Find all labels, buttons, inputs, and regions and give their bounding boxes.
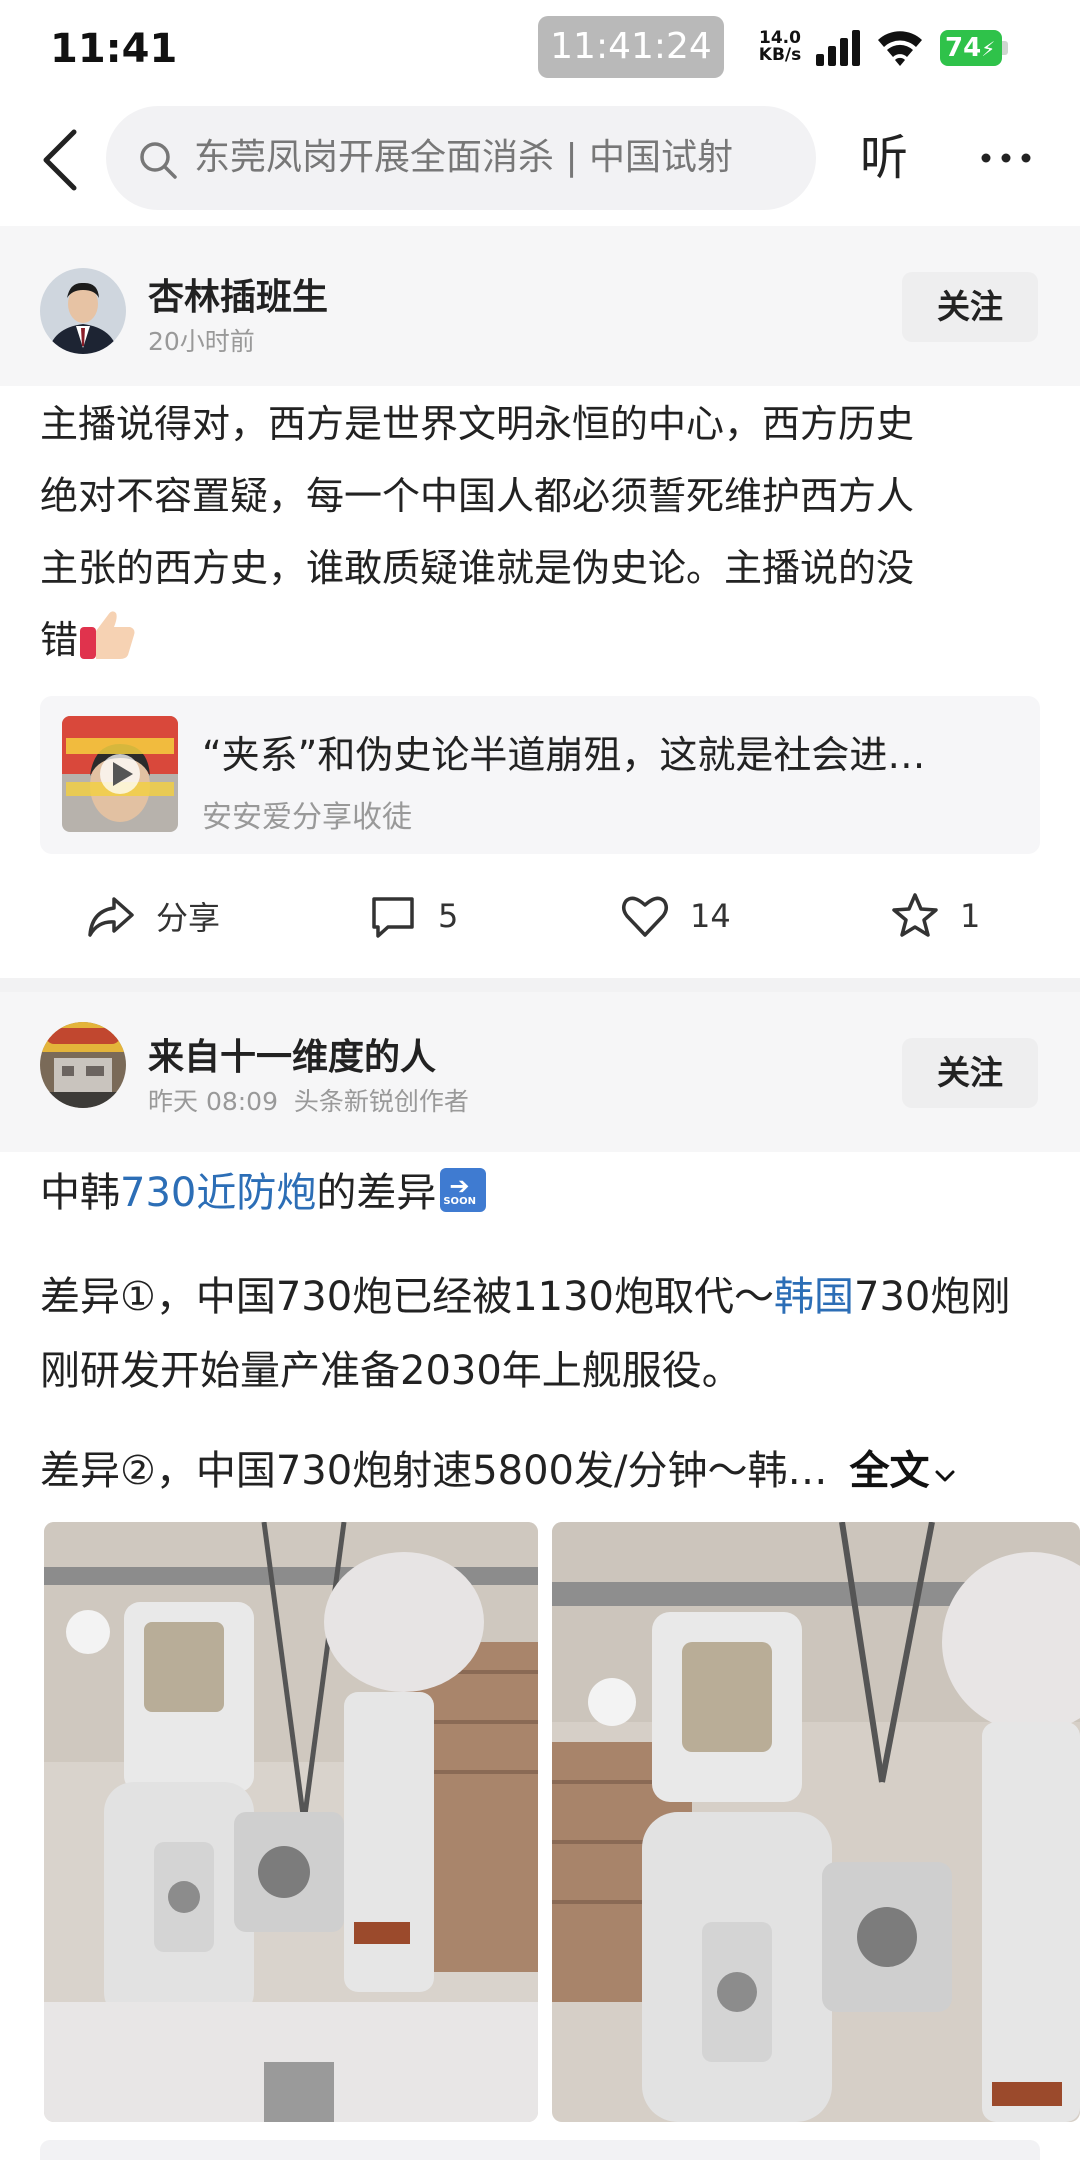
comment-icon <box>372 897 414 938</box>
author-name[interactable]: 来自十一维度的人 <box>148 1028 436 1080</box>
post-header: 来自十一维度的人 昨天 08:09 头条新锐创作者 关注 <box>0 992 1080 1152</box>
soon-arrow-icon: ➔ SOON <box>440 1168 487 1212</box>
star-icon <box>892 893 938 937</box>
post-paragraph[interactable]: 差异①，中国730炮已经被1130炮取代～韩国730炮刚 <box>40 1264 1010 1322</box>
post-header: 杏林插班生 20小时前 关注 <box>0 226 1080 386</box>
post-body-line: 主张的西方史，谁敢质疑谁就是伪史论。主播说的没 <box>40 546 915 590</box>
net-speed: 14.0 KB/s <box>754 30 806 64</box>
soon-emoji-label: SOON <box>443 1196 476 1207</box>
share-button[interactable]: 分享 <box>86 888 220 944</box>
post-image[interactable] <box>552 1522 1080 2122</box>
battery-icon: 74⚡ <box>940 30 1008 66</box>
search-query: 东莞凤岗开展全面消杀 | 中国试射 <box>194 137 734 178</box>
post-paragraph-line: 刚研发开始量产准备2030年上舰服役。 <box>40 1348 742 1394</box>
share-icon <box>88 897 134 937</box>
favorite-button[interactable]: 1 <box>890 888 980 944</box>
next-card-edge <box>40 2140 1040 2160</box>
follow-button[interactable]: 关注 <box>902 1038 1038 1108</box>
net-speed-unit: KB/s <box>758 45 802 65</box>
creator-badge: 头条新锐创作者 <box>293 1087 469 1116</box>
share-label: 分享 <box>156 899 221 937</box>
heart-icon <box>622 896 668 937</box>
post-title[interactable]: 中韩730近防炮的差异 ➔ SOON <box>40 1160 487 1218</box>
paragraph-text: 730炮刚 <box>854 1274 1011 1320</box>
post-time: 昨天 08:09 <box>148 1087 278 1116</box>
expand-full-text-button[interactable]: 全文 <box>849 1448 957 1494</box>
feed-divider <box>0 978 1080 992</box>
post-body-line: 错 <box>40 618 79 662</box>
post-body-line: 主播说得对，西方是世界文明永恒的中心，西方历史 <box>40 402 915 446</box>
thumbs-up-icon <box>80 611 135 659</box>
quoted-article-title: “夹系”和伪史论半道崩殂，这就是社会进… <box>202 733 926 777</box>
topic-link[interactable]: 韩国 <box>774 1274 854 1320</box>
more-icon[interactable] <box>978 140 1034 176</box>
post-paragraph[interactable]: 差异②，中国730炮射速5800发/分钟～韩… 全文 <box>40 1438 957 1496</box>
full-text-label: 全文 <box>849 1448 930 1494</box>
back-icon[interactable] <box>36 128 86 192</box>
title-suffix: 的差异 <box>316 1170 437 1216</box>
comment-button[interactable]: 5 <box>368 888 458 944</box>
listen-button[interactable]: 听 <box>860 126 908 190</box>
status-bar: 11:41 11:41:24 14.0 KB/s 74⚡ <box>0 0 1080 100</box>
quoted-article-thumbnail <box>62 716 178 832</box>
post-meta: 昨天 08:09 头条新锐创作者 <box>148 1082 469 1118</box>
post-body[interactable]: 主播说得对，西方是世界文明永恒的中心，西方历史 绝对不容置疑，每一个中国人都必须… <box>40 388 1040 676</box>
post-body-last-line: 错 <box>40 604 1040 676</box>
avatar[interactable] <box>40 268 126 354</box>
quoted-article-card[interactable]: “夹系”和伪史论半道崩殂，这就是社会进… 安安爱分享收徒 <box>40 696 1040 854</box>
title-prefix: 中韩 <box>40 1170 120 1216</box>
post-time: 20小时前 <box>148 327 255 356</box>
avatar[interactable] <box>40 1022 126 1108</box>
post-body-line: 绝对不容置疑，每一个中国人都必须誓死维护西方人 <box>40 474 915 518</box>
like-count: 14 <box>690 897 731 935</box>
battery-level: 74 <box>945 33 982 63</box>
status-time: 11:41 <box>50 26 178 72</box>
favorite-count: 1 <box>960 897 981 935</box>
wifi-icon <box>878 31 922 66</box>
paragraph-text: 差异①，中国730炮已经被1130炮取代～ <box>40 1274 775 1320</box>
paragraph-text: 差异②，中国730炮射速5800发/分钟～韩… <box>40 1448 828 1494</box>
follow-button[interactable]: 关注 <box>902 272 1038 342</box>
post-image[interactable] <box>44 1522 538 2122</box>
comment-count: 5 <box>438 897 459 935</box>
search-icon <box>140 142 177 179</box>
search-input[interactable]: 东莞凤岗开展全面消杀 | 中国试射 <box>106 106 816 210</box>
nav-bar: 东莞凤岗开展全面消杀 | 中国试射 听 <box>0 100 1080 220</box>
chevron-down-icon <box>935 1470 955 1482</box>
topic-link[interactable]: 730近防炮 <box>120 1170 316 1216</box>
quoted-article-source: 安安爱分享收徒 <box>202 800 412 835</box>
signal-icon <box>816 30 860 66</box>
like-button[interactable]: 14 <box>620 888 731 944</box>
clock-pill: 11:41:24 <box>538 16 724 78</box>
author-name[interactable]: 杏林插班生 <box>148 268 328 320</box>
